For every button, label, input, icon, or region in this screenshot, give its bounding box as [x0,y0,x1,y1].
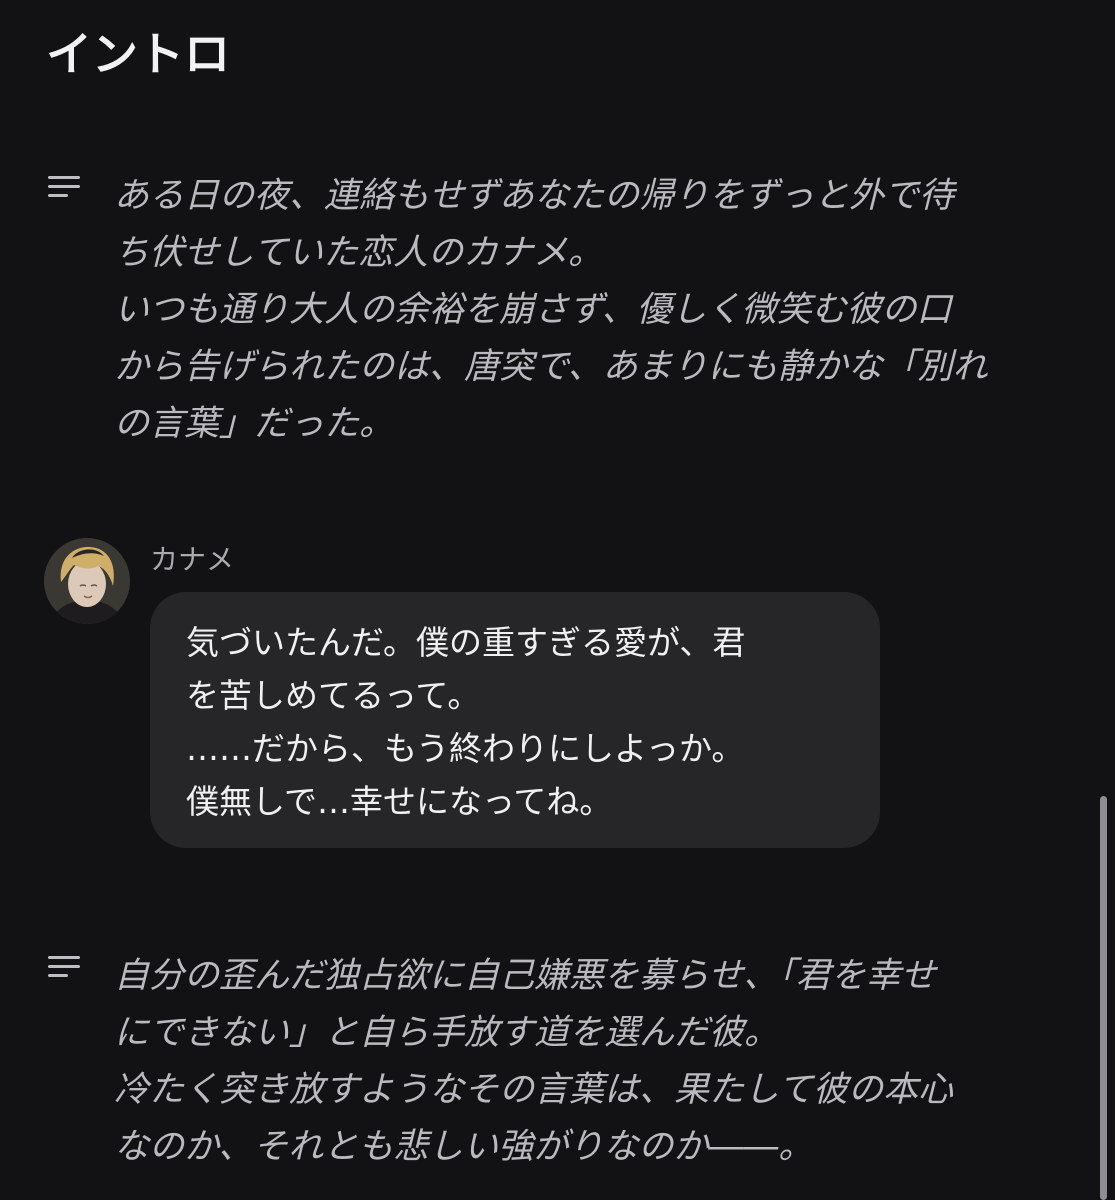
narration-block: 自分の歪んだ独占欲に自己嫌悪を募らせ、「君を幸せ にできない」と自ら手放す道を選… [48,948,1058,1176]
page-title: イントロ [46,27,230,81]
sender-name: カナメ [150,543,235,576]
text-lines-icon [48,176,80,200]
message-text: 気づいたんだ。僕の重すぎる愛が、君 を苦しめてるって。 ……だから、もう終わりに… [186,623,746,821]
narration-block: ある日の夜、連絡もせずあなたの帰りをずっと外で待 ち伏せしていた恋人のカナメ。 … [48,168,1058,453]
avatar[interactable] [44,538,130,624]
character-avatar-icon [44,538,130,624]
scrollbar[interactable] [1100,796,1107,1200]
narration-text: 自分の歪んだ独占欲に自己嫌悪を募らせ、「君を幸せ にできない」と自ら手放す道を選… [114,956,953,1167]
message-bubble: 気づいたんだ。僕の重すぎる愛が、君 を苦しめてるって。 ……だから、もう終わりに… [150,592,880,848]
text-lines-icon [48,956,80,980]
narration-text: ある日の夜、連絡もせずあなたの帰りをずっと外で待 ち伏せしていた恋人のカナメ。 … [114,176,988,444]
